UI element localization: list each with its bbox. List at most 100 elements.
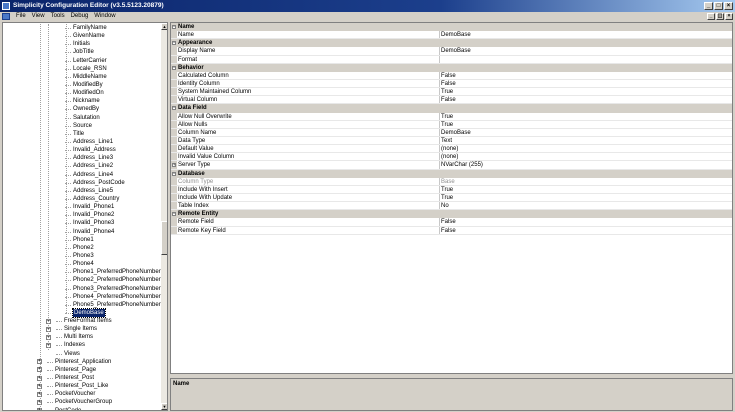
property-category[interactable]: − Name (171, 23, 732, 32)
tree-item-field[interactable]: Invalid_Phone3 (3, 219, 161, 227)
property-value[interactable]: True (441, 113, 732, 120)
scroll-thumb[interactable] (161, 221, 167, 255)
maximize-button[interactable]: □ (714, 2, 723, 10)
property-row[interactable]: Virtual Column False (171, 96, 732, 105)
menu-debug[interactable]: Debug (68, 12, 92, 21)
tree-item-entity[interactable]: + Pinterest_Post (3, 374, 161, 382)
tree-item-field[interactable]: Nickname (3, 97, 161, 105)
tree-item-field[interactable]: Salutation (3, 114, 161, 122)
tree-item-field[interactable]: Phone3 (3, 252, 161, 260)
tree-item-field[interactable]: Address_Line2 (3, 162, 161, 170)
tree-item-group[interactable]: + Multi Items (3, 333, 161, 341)
tree-item-field[interactable]: Address_Line1 (3, 138, 161, 146)
tree-item-field[interactable]: ModifiedBy (3, 81, 161, 89)
property-category[interactable]: − Behavior (171, 63, 732, 72)
tree-item-group[interactable]: + FreeFormat Items (3, 317, 161, 325)
tree-item-field[interactable]: Address_PostCode (3, 179, 161, 187)
tree-item-group[interactable]: + Single Items (3, 325, 161, 333)
menu-window[interactable]: Window (91, 12, 118, 21)
tree-item-field[interactable]: Phone1 (3, 236, 161, 244)
menu-tools[interactable]: Tools (48, 12, 68, 21)
tree-item-field[interactable]: Phone1_PreferredPhoneNumber (3, 268, 161, 276)
tree-item-field[interactable]: MiddleName (3, 73, 161, 81)
property-value[interactable]: False (441, 80, 732, 87)
tree-item-field[interactable]: Locale_RSN (3, 65, 161, 73)
tree-item-field[interactable]: Title (3, 130, 161, 138)
tree-scrollbar[interactable]: ▲ ▼ (161, 23, 167, 410)
property-row[interactable]: Data Type Text (171, 136, 732, 146)
property-value[interactable]: False (441, 96, 732, 103)
tree-item-field[interactable]: OwnedBy (3, 105, 161, 113)
property-row[interactable]: Column Type Base (171, 177, 732, 186)
expand-icon[interactable]: + (172, 163, 176, 168)
property-row[interactable]: Display Name DemoBase (171, 47, 732, 56)
collapse-icon[interactable]: − (172, 25, 176, 29)
tree-item-field[interactable]: Address_Line3 (3, 154, 161, 162)
tree-item-field[interactable]: Invalid_Phone4 (3, 228, 161, 236)
property-row[interactable]: + Server Type NVarChar (255) (171, 161, 732, 170)
property-value[interactable]: Text (441, 137, 732, 144)
tree-item-field[interactable]: ModifiedOn (3, 89, 161, 97)
tree-item-field[interactable]: Address_Line4 (3, 171, 161, 179)
property-row[interactable]: Table Index No (171, 202, 732, 211)
tree-item-group[interactable]: + Indexes (3, 341, 161, 349)
property-value[interactable]: NVarChar (255) (441, 161, 732, 168)
tree-item-entity[interactable]: + Pinterest_Application (3, 358, 161, 366)
property-value[interactable] (441, 56, 732, 63)
property-value[interactable]: True (441, 121, 732, 128)
document-minimize-button[interactable]: _ (707, 13, 715, 20)
property-row[interactable]: Allow Null Overwrite True (171, 112, 732, 121)
tree-item-entity[interactable]: + Pinterest_Page (3, 366, 161, 374)
tree-item-field[interactable]: Phone2 (3, 244, 161, 252)
tree-item-field[interactable]: Invalid_Phone1 (3, 203, 161, 211)
tree-item-field[interactable]: Phone2_PreferredPhoneNumber (3, 276, 161, 284)
scroll-down-arrow[interactable]: ▼ (161, 403, 167, 410)
property-row[interactable]: Allow Nulls True (171, 120, 732, 129)
collapse-icon[interactable]: − (172, 65, 176, 70)
tree-item-entity[interactable]: + PostCode (3, 407, 161, 410)
tree-item-entity[interactable]: + PocketVoucherGroup (3, 398, 161, 406)
collapse-icon[interactable]: − (172, 106, 176, 111)
property-row[interactable]: Remote Key Field False (171, 226, 732, 235)
property-value[interactable]: DemoBase (441, 129, 732, 136)
tree-item-field[interactable]: Phone5_PreferredPhoneNumber (3, 301, 161, 309)
menu-file[interactable]: File (13, 12, 29, 21)
property-row[interactable]: Include With Update True (171, 193, 732, 203)
property-row[interactable]: System Maintained Column True (171, 88, 732, 97)
tree-item-field[interactable]: Invalid_Phone2 (3, 211, 161, 219)
property-value[interactable]: True (441, 194, 732, 201)
tree-item-field[interactable]: Initials (3, 40, 161, 48)
property-value[interactable]: False (441, 72, 732, 79)
collapse-icon[interactable]: − (172, 171, 176, 176)
document-close-button[interactable]: × (725, 13, 733, 20)
property-row[interactable]: Include With Insert True (171, 185, 732, 194)
collapse-icon[interactable]: − (172, 212, 176, 217)
tree-item-entity[interactable]: + Pinterest_Post_Like (3, 382, 161, 390)
property-value[interactable]: True (441, 186, 732, 193)
minimize-button[interactable]: _ (704, 2, 713, 10)
property-row[interactable]: Column Name DemoBase (171, 128, 732, 137)
property-row[interactable]: Name DemoBase (171, 31, 732, 40)
property-value[interactable]: False (441, 218, 732, 225)
tree-item-field[interactable]: GivenName (3, 32, 161, 40)
property-row[interactable]: Calculated Column False (171, 71, 732, 80)
property-value[interactable]: No (441, 202, 732, 209)
tree-item-field[interactable]: Phone4 (3, 260, 161, 268)
property-row[interactable]: Format (171, 55, 732, 64)
tree-item-field[interactable]: Invalid_Address (3, 146, 161, 154)
collapse-icon[interactable]: − (172, 41, 176, 46)
menu-view[interactable]: View (29, 12, 48, 21)
tree-item-field[interactable]: Phone3_PreferredPhoneNumber (3, 285, 161, 293)
property-category[interactable]: − Database (171, 169, 732, 178)
tree-item-entity[interactable]: + PocketVoucher (3, 390, 161, 398)
tree-item-field[interactable]: Phone4_PreferredPhoneNumber (3, 293, 161, 301)
property-grid[interactable]: − Name Name DemoBase − Appearance Display Name… (170, 22, 733, 374)
tree-item-field[interactable]: Address_Country (3, 195, 161, 203)
property-row[interactable]: Default Value (none) (171, 145, 732, 154)
document-icon[interactable] (2, 13, 10, 20)
property-row[interactable]: Invalid Value Column (none) (171, 153, 732, 162)
tree-item-group[interactable]: Views (3, 350, 161, 358)
tree-item-field[interactable]: Source (3, 122, 161, 130)
property-category[interactable]: − Data Field (171, 104, 732, 113)
property-row[interactable]: Remote Field False (171, 218, 732, 227)
